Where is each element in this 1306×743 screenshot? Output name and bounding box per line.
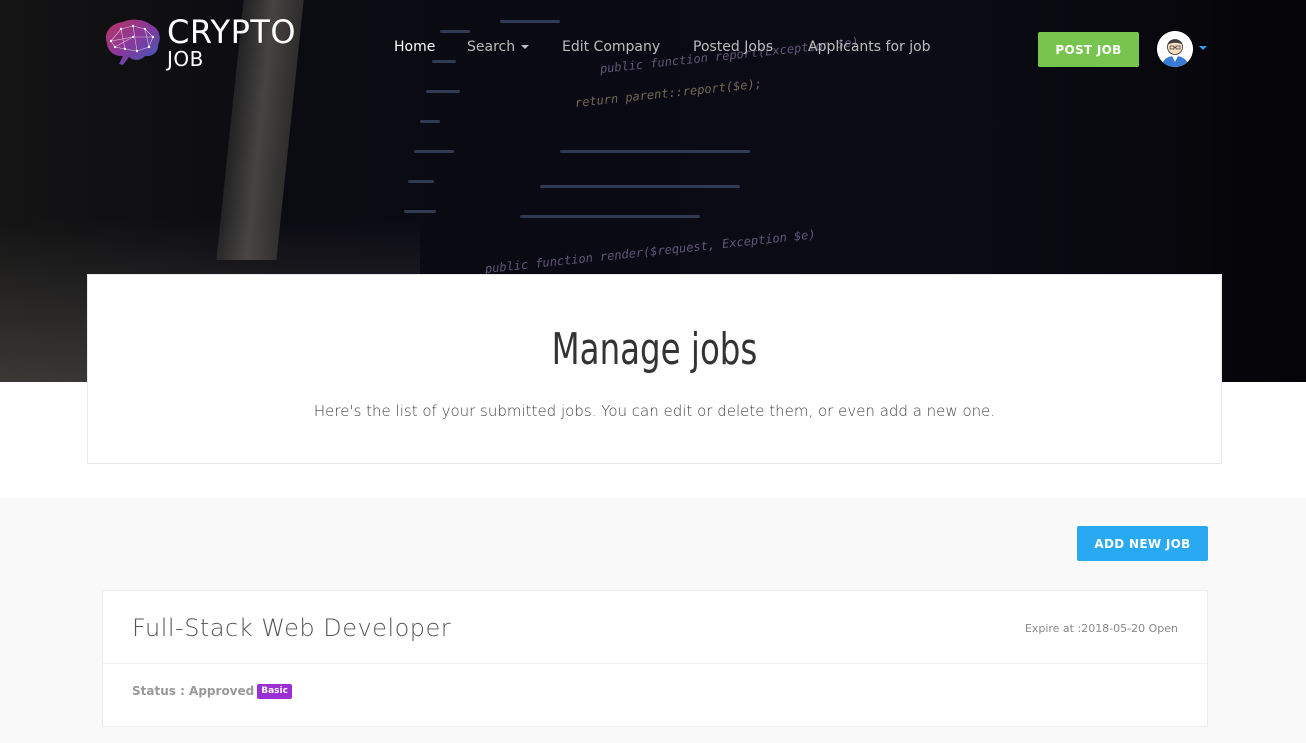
nav-edit-company[interactable]: Edit Company <box>562 38 660 56</box>
job-status: Status : Approved Basic <box>132 683 292 699</box>
brand-subname: JOB <box>167 47 204 71</box>
user-avatar-icon <box>1157 31 1193 67</box>
nav-search-label: Search <box>467 39 516 55</box>
job-status-label: Status : Approved <box>132 684 255 698</box>
job-title[interactable]: Full-Stack Web Developer <box>132 613 451 643</box>
hero-code-line <box>408 180 434 183</box>
brand-logo[interactable]: CRYPTO JOB <box>101 14 301 70</box>
job-plan-badge: Basic <box>257 683 292 699</box>
job-card-header: Full-Stack Web Developer Expire at :2018… <box>103 591 1207 664</box>
nav-posted-jobs[interactable]: Posted Jobs <box>693 38 773 56</box>
user-avatar[interactable] <box>1157 31 1193 67</box>
page-subtitle: Here's the list of your submitted jobs. … <box>313 402 996 420</box>
nav-search[interactable]: Search <box>467 38 530 56</box>
job-expire-date: Expire at :2018-05-20 Open <box>1024 622 1178 635</box>
job-card: Full-Stack Web Developer Expire at :2018… <box>102 590 1208 727</box>
post-job-button[interactable]: POST JOB <box>1038 32 1139 67</box>
hero-code-line <box>520 215 700 218</box>
hero-code-text: public function render($request, Excepti… <box>484 227 817 276</box>
hero-code-line <box>414 150 454 153</box>
hero-code-line <box>404 210 436 213</box>
page-title: Manage jobs <box>551 324 758 375</box>
hero-code-line <box>420 120 440 123</box>
page-header-card: Manage jobs Here's the list of your subm… <box>87 274 1222 464</box>
brain-logo-icon <box>105 19 160 66</box>
hero-code-line <box>440 30 470 33</box>
hero-code-line <box>432 60 456 63</box>
chevron-down-icon[interactable] <box>1199 46 1207 50</box>
chevron-down-icon <box>521 45 530 49</box>
hero-code-line <box>560 150 750 153</box>
brand-name: CRYPTO <box>167 13 297 51</box>
nav-applicants-for-job[interactable]: Applicants for job <box>808 38 931 56</box>
hero-code-line <box>540 185 740 188</box>
nav-home[interactable]: Home <box>394 38 435 56</box>
hero-code-line <box>426 90 460 93</box>
add-new-job-button[interactable]: ADD NEW JOB <box>1077 526 1208 561</box>
hero-code-line <box>500 20 560 23</box>
hero-code-text: return parent::report($e); <box>574 76 763 110</box>
